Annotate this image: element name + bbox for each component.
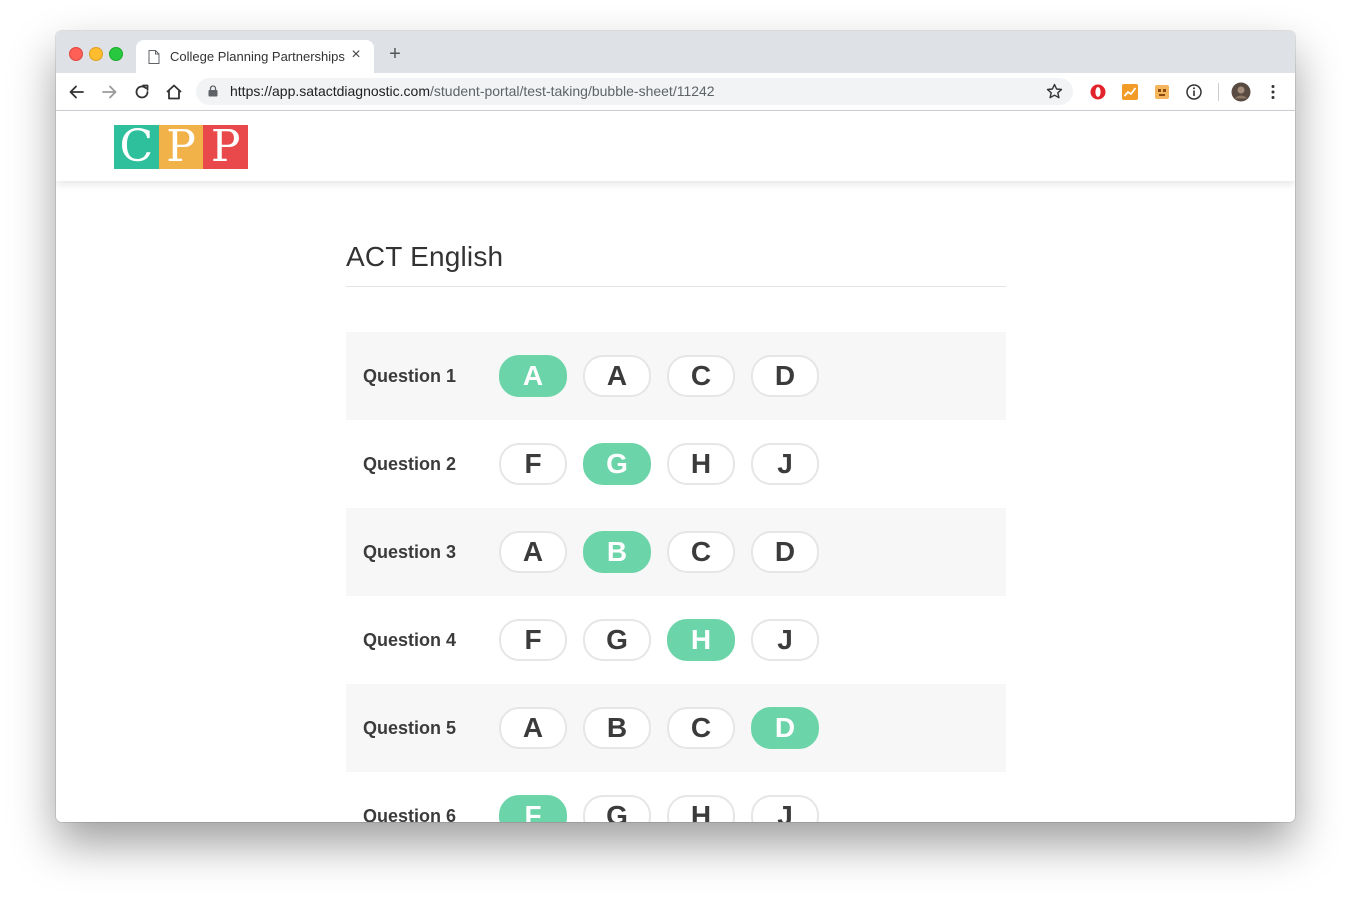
profile-avatar-icon[interactable] <box>1231 82 1251 102</box>
address-bar[interactable]: https://app.satactdiagnostic.com/student… <box>196 78 1073 105</box>
new-tab-button[interactable]: + <box>386 44 404 64</box>
robot-extension-icon[interactable] <box>1153 83 1171 101</box>
tab-strip: College Planning Partnerships × + <box>56 31 1295 73</box>
close-window-button[interactable] <box>69 47 83 61</box>
question-label: Question 3 <box>363 541 457 562</box>
answer-bubble[interactable]: A <box>583 355 651 397</box>
reload-icon[interactable] <box>132 82 152 102</box>
forward-arrow-icon[interactable] <box>99 82 119 102</box>
answer-bubble[interactable]: A <box>499 355 567 397</box>
answer-bubbles: FGHJ <box>499 795 819 822</box>
analytics-extension-icon[interactable] <box>1121 83 1139 101</box>
home-icon[interactable] <box>164 82 184 102</box>
answer-bubble[interactable]: F <box>499 795 567 822</box>
browser-menu-icon[interactable] <box>1264 83 1282 101</box>
answer-bubble[interactable]: H <box>667 619 735 661</box>
question-row: Question 3 ABCD <box>346 508 1006 596</box>
site-header: C P P <box>56 111 1295 181</box>
lock-icon <box>208 85 218 97</box>
url-text: https://app.satactdiagnostic.com/student… <box>230 83 715 99</box>
answer-bubble[interactable]: D <box>751 531 819 573</box>
answer-bubble[interactable]: A <box>499 707 567 749</box>
question-row: Question 4 FGHJ <box>346 596 1006 684</box>
url-host: https://app.satactdiagnostic.com <box>230 83 430 99</box>
answer-bubble[interactable]: B <box>583 707 651 749</box>
page-content: ACT English Question 1 A A C D Question 2FGHJ… <box>56 181 1295 822</box>
browser-toolbar: https://app.satactdiagnostic.com/student… <box>56 73 1295 111</box>
cpp-logo[interactable]: C P P <box>114 125 249 169</box>
url-path: /student-portal/test-taking/bubble-sheet… <box>430 83 715 99</box>
answer-bubble[interactable]: G <box>583 443 651 485</box>
answer-bubble[interactable]: B <box>583 531 651 573</box>
question-label: Question 2 <box>363 453 457 474</box>
answer-bubble[interactable]: C <box>667 531 735 573</box>
maximize-window-button[interactable] <box>109 47 123 61</box>
answer-bubble[interactable]: C <box>667 707 735 749</box>
bubble-sheet: Question 1 A A C D Question 2 F G H J Question 3AB… <box>346 332 1006 822</box>
bookmark-star-icon[interactable] <box>1046 83 1063 100</box>
answer-bubble[interactable]: G <box>583 795 651 822</box>
answer-bubble[interactable]: D <box>751 355 819 397</box>
toolbar-divider <box>1218 83 1219 101</box>
answer-bubble[interactable]: J <box>751 619 819 661</box>
answer-bubbles: FGHJ <box>499 619 819 661</box>
page-title: ACT English <box>346 241 504 272</box>
browser-tab[interactable]: College Planning Partnerships × <box>136 40 374 73</box>
answer-bubbles: AACD <box>499 355 819 397</box>
tab-close-icon[interactable]: × <box>348 46 364 64</box>
question-label: Question 6 <box>363 805 457 823</box>
answer-bubbles: ABCD <box>499 531 819 573</box>
question-row: Question 2 FGHJ <box>346 420 1006 508</box>
question-row: Question 6 FGHJ <box>346 772 1006 822</box>
logo-letter-c: C <box>114 125 159 169</box>
answer-bubbles: ABCD <box>499 707 819 749</box>
answer-bubble[interactable]: H <box>667 795 735 822</box>
opera-extension-icon[interactable] <box>1089 83 1107 101</box>
browser-window: College Planning Partnerships × + https:… <box>56 31 1295 822</box>
title-divider <box>346 286 1006 287</box>
back-arrow-icon[interactable] <box>67 82 87 102</box>
answer-bubble[interactable]: D <box>751 707 819 749</box>
question-row: Question 5 ABCD <box>346 684 1006 772</box>
answer-bubble[interactable]: G <box>583 619 651 661</box>
minimize-window-button[interactable] <box>89 47 103 61</box>
answer-bubble[interactable]: C <box>667 355 735 397</box>
answer-bubble[interactable]: F <box>499 619 567 661</box>
logo-letter-p: P <box>158 125 204 169</box>
answer-bubble[interactable]: J <box>751 795 819 822</box>
answer-bubble[interactable]: F <box>499 443 567 485</box>
answer-bubble[interactable]: A <box>499 531 567 573</box>
question-label: Question 5 <box>363 717 457 738</box>
logo-letter-p-second: P <box>203 125 249 169</box>
question-label: Question 1 <box>363 365 457 386</box>
question-label: Question 4 <box>363 629 457 650</box>
answer-bubbles: FGHJ <box>499 443 819 485</box>
question-row: Question 1AACD <box>346 332 1006 420</box>
document-icon <box>148 50 160 64</box>
info-extension-icon[interactable] <box>1185 83 1203 101</box>
answer-bubble[interactable]: J <box>751 443 819 485</box>
tab-title: College Planning Partnerships <box>170 49 345 64</box>
answer-bubble[interactable]: H <box>667 443 735 485</box>
